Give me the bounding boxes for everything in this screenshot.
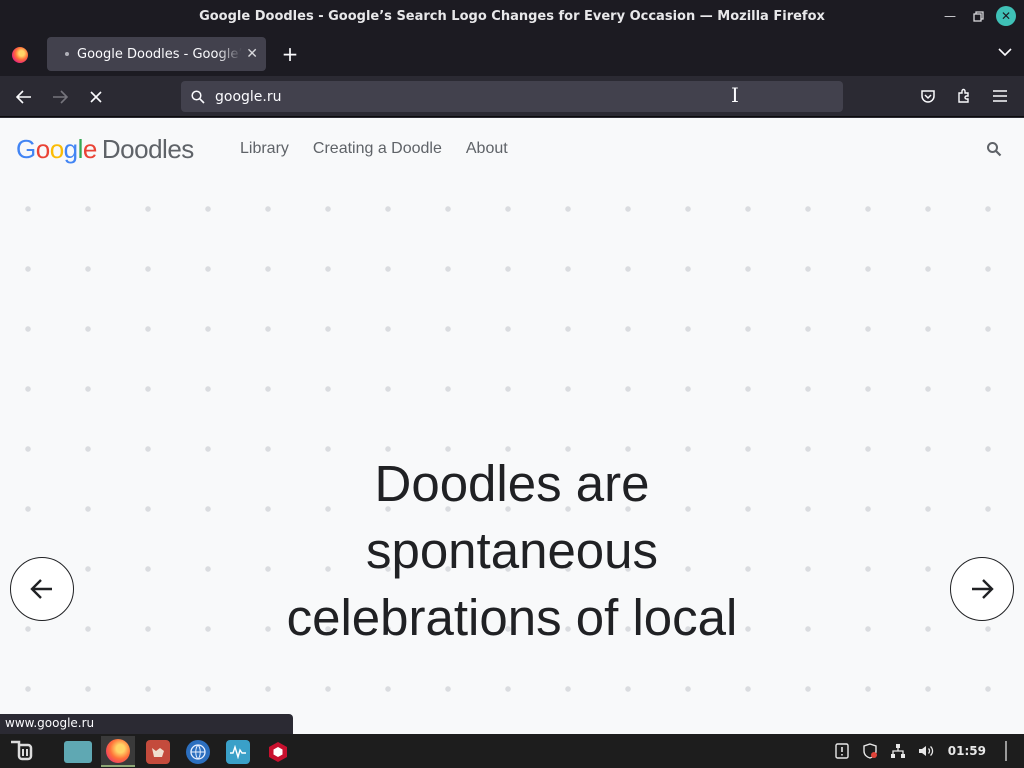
arrow-right-icon <box>972 579 994 599</box>
chevron-down-icon <box>998 48 1012 57</box>
firefox-view-button[interactable] <box>0 33 40 76</box>
site-header: Google Doodles Library Creating a Doodle … <box>0 118 1024 182</box>
doodles-wordmark: Doodles <box>101 134 194 164</box>
volume-icon[interactable] <box>918 743 934 759</box>
text-cursor-icon: I <box>731 83 739 107</box>
menu-icon <box>993 90 1007 102</box>
window-title: Google Doodles - Google’s Search Logo Ch… <box>199 9 825 24</box>
minimize-icon[interactable]: — <box>940 6 960 26</box>
system-tray: 01:59 <box>834 734 1014 768</box>
network-icon[interactable] <box>890 743 906 759</box>
nav-link-about[interactable]: About <box>466 140 508 158</box>
forward-arrow-icon <box>53 90 68 104</box>
stop-button[interactable] <box>82 83 110 111</box>
hero-line: celebrations of local <box>286 589 738 646</box>
browser-globe-icon <box>186 739 210 764</box>
hero-line: Doodles are <box>374 455 650 512</box>
google-wordmark: Google <box>16 134 97 164</box>
window-controls: — ✕ <box>940 6 1016 26</box>
extensions-button[interactable] <box>952 84 976 108</box>
shield-icon[interactable] <box>862 743 878 759</box>
tab-strip: Google Doodles - Google’s Search Logo Ch… <box>0 33 1024 76</box>
site-search-icon[interactable] <box>986 141 1002 157</box>
system-monitor-icon <box>226 739 250 764</box>
stop-icon <box>90 91 102 103</box>
firefox-icon <box>106 738 130 763</box>
hexagon-app[interactable] <box>261 736 295 767</box>
firefox-icon <box>12 46 28 63</box>
tab-title: Google Doodles - Google’s Search Logo Ch… <box>77 46 243 62</box>
list-all-tabs-button[interactable] <box>998 45 1012 61</box>
new-tab-button[interactable]: + <box>278 42 302 66</box>
pocket-icon <box>921 89 935 103</box>
gimp-app[interactable] <box>141 736 175 767</box>
loading-dot-icon <box>65 52 69 56</box>
clock[interactable]: 01:59 <box>948 744 986 758</box>
extensions-icon <box>958 88 969 103</box>
search-icon <box>191 89 205 104</box>
window-titlebar: Google Doodles - Google’s Search Logo Ch… <box>0 0 1024 33</box>
hero-heading: Doodles are spontaneous celebrations of … <box>212 450 812 651</box>
next-slide-button[interactable] <box>950 557 1014 621</box>
back-button[interactable] <box>10 83 38 111</box>
gimp-icon <box>146 739 170 764</box>
previous-slide-button[interactable] <box>10 557 74 621</box>
app-menu-button[interactable] <box>988 84 1012 108</box>
back-arrow-icon <box>16 90 31 104</box>
web-page: Google Doodles Library Creating a Doodle … <box>0 118 1024 734</box>
firefox-app[interactable] <box>101 736 135 767</box>
system-monitor-app[interactable] <box>221 736 255 767</box>
hexagon-app-icon <box>266 740 290 764</box>
site-nav: Library Creating a Doodle About <box>240 140 508 158</box>
browser-app[interactable] <box>181 736 215 767</box>
hero-line: spontaneous <box>365 522 659 579</box>
url-text: google.ru <box>215 88 282 105</box>
url-bar[interactable]: google.ru I <box>181 81 843 112</box>
link-status-bar: www.google.ru <box>0 714 293 734</box>
show-desktop-button[interactable] <box>998 741 1014 761</box>
nav-link-creating-a-doodle[interactable]: Creating a Doodle <box>313 140 442 158</box>
files-app[interactable] <box>61 736 95 767</box>
update-icon[interactable] <box>834 743 850 759</box>
tab-google-doodles[interactable]: Google Doodles - Google’s Search Logo Ch… <box>47 37 266 71</box>
close-icon[interactable]: ✕ <box>996 6 1016 26</box>
files-icon <box>64 740 92 763</box>
tab-close-icon[interactable]: ✕ <box>246 46 258 62</box>
arrow-left-icon <box>30 579 52 599</box>
mint-menu-button[interactable] <box>5 736 39 767</box>
taskbar: 01:59 <box>0 734 1024 768</box>
pocket-button[interactable] <box>916 84 940 108</box>
nav-link-library[interactable]: Library <box>240 140 289 158</box>
forward-button[interactable] <box>46 83 74 111</box>
navigation-toolbar: google.ru I <box>0 76 1024 117</box>
maximize-icon[interactable] <box>968 6 988 26</box>
mint-menu-icon <box>11 740 33 760</box>
google-doodles-logo[interactable]: Google Doodles <box>16 134 194 165</box>
